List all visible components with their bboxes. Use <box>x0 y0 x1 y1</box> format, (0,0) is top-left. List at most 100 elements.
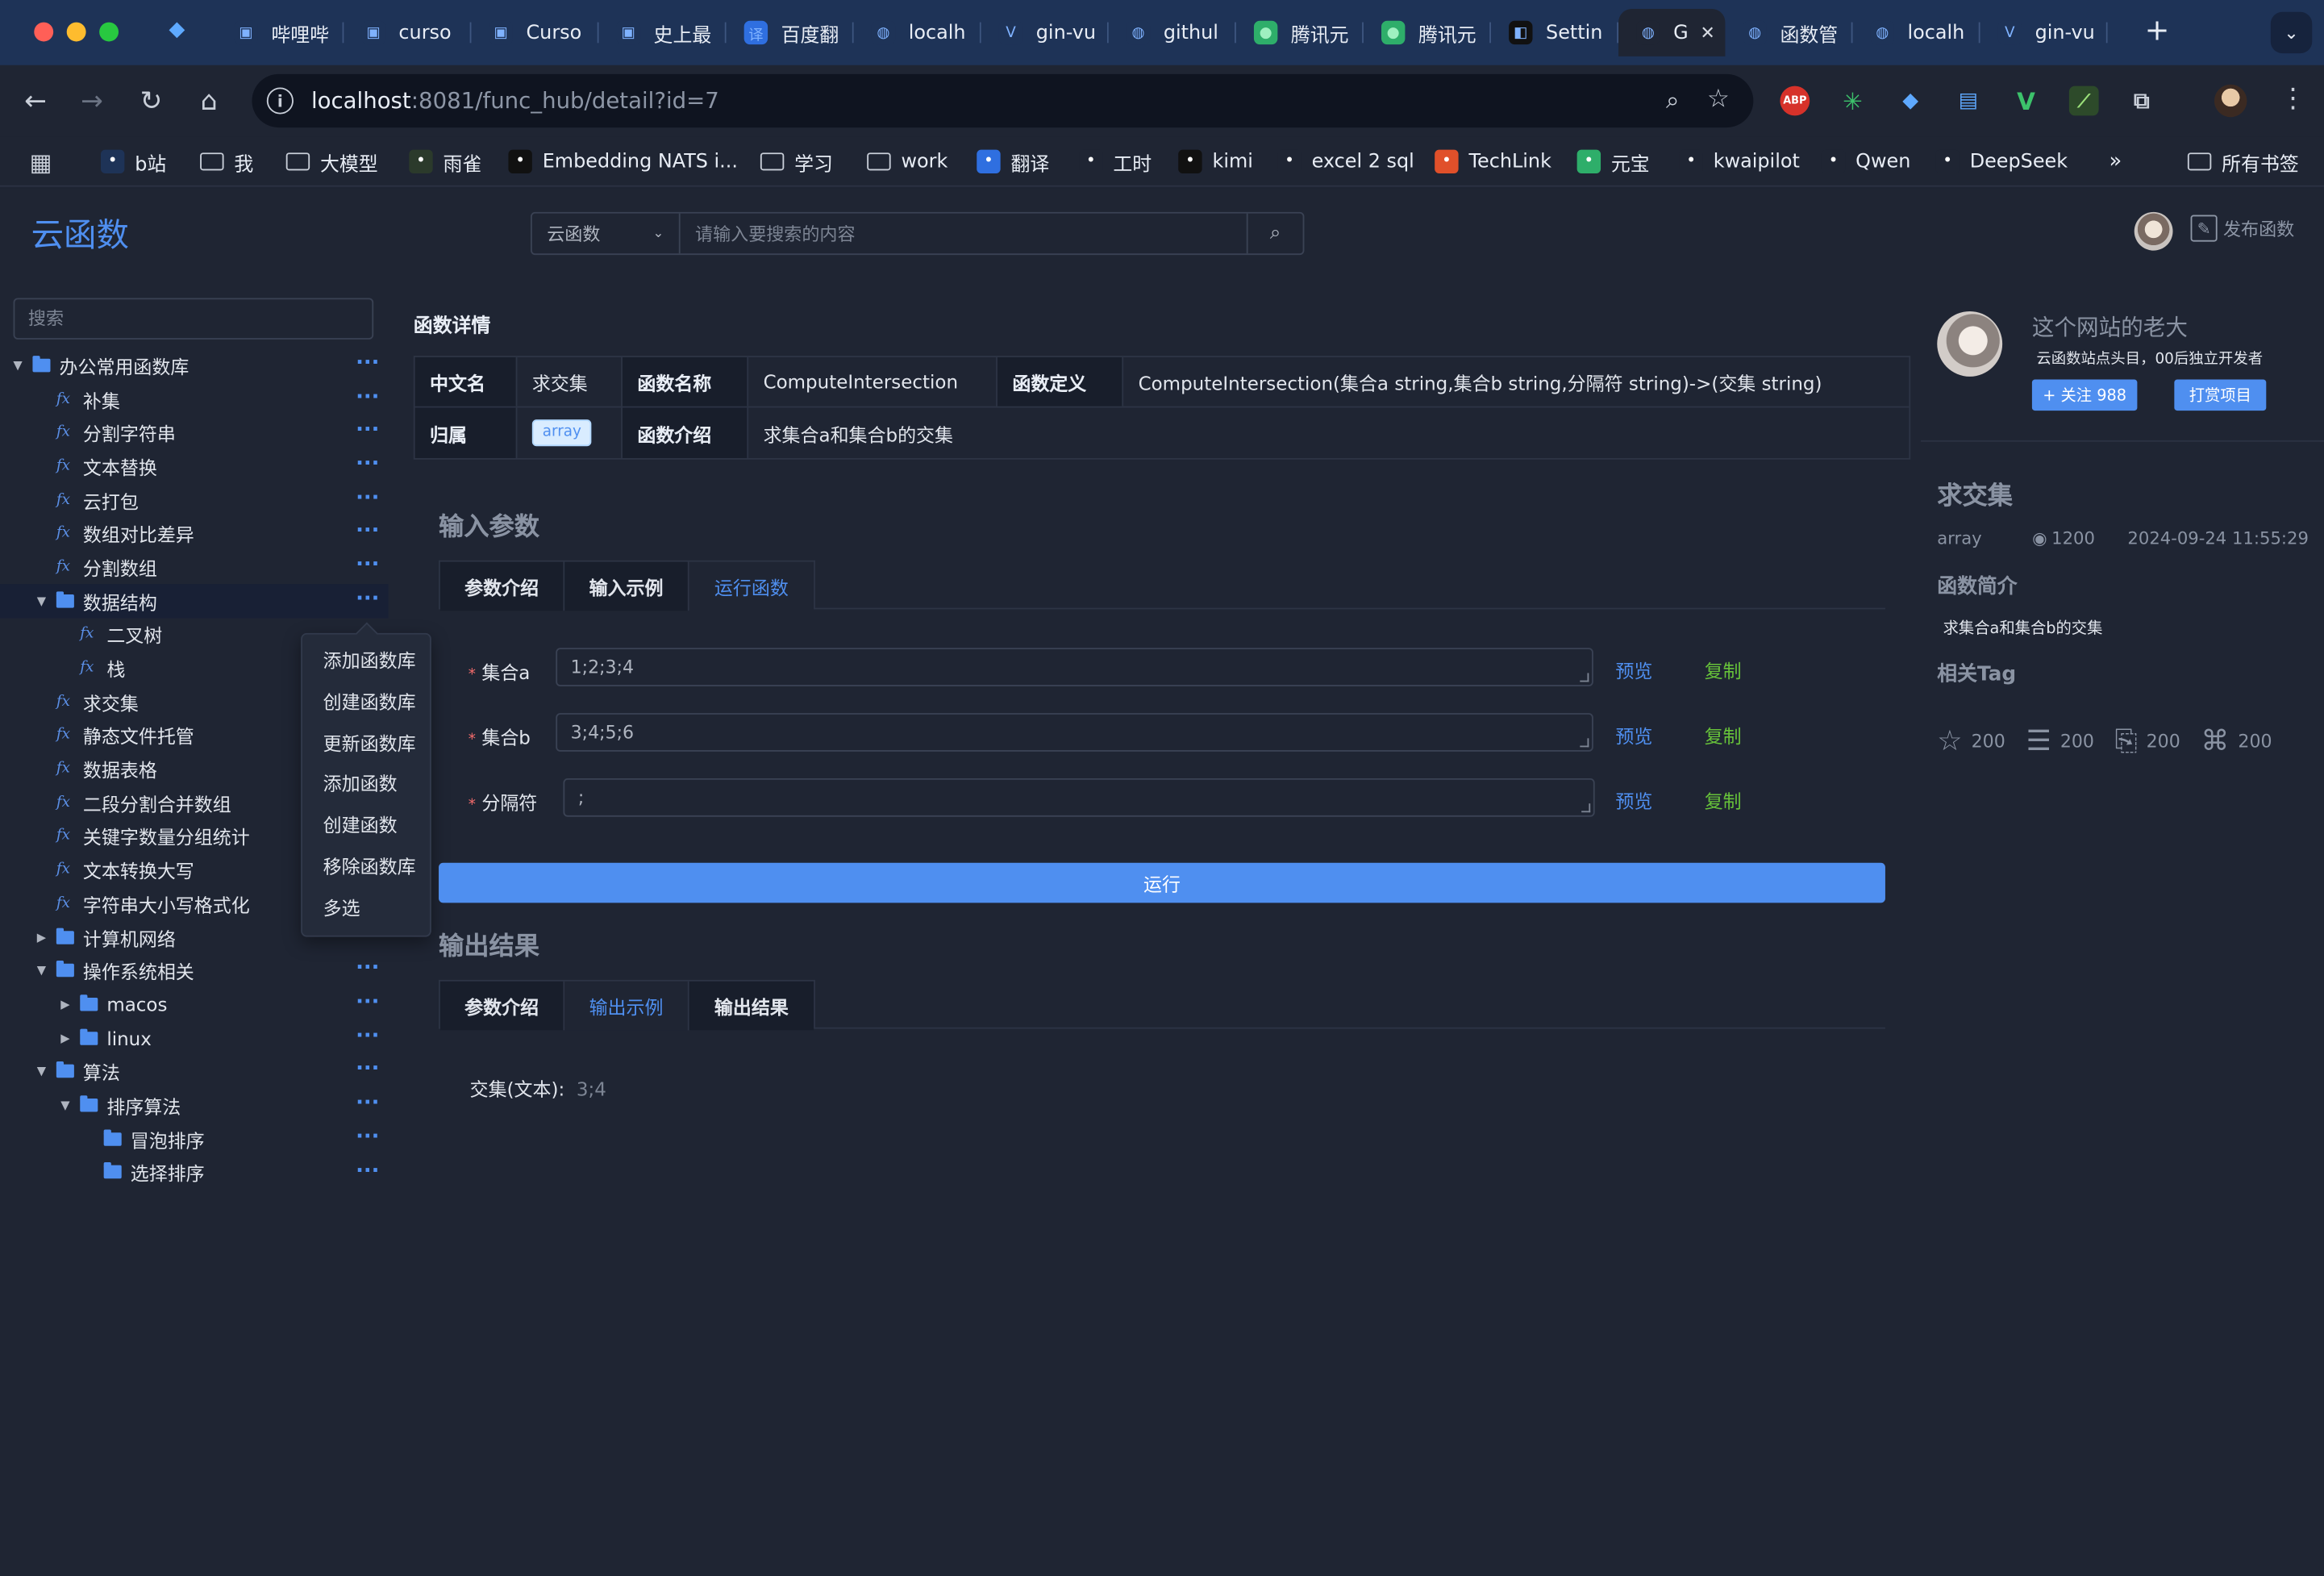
caret-right-icon[interactable]: ▶ <box>32 930 50 944</box>
copy-link[interactable]: 复制 <box>1705 720 1742 748</box>
bookmark-star-icon[interactable]: ☆ <box>1707 85 1730 115</box>
summary-tag[interactable]: array <box>1937 527 1981 548</box>
close-window-button[interactable] <box>34 22 54 42</box>
browser-menu-icon[interactable]: ⋮ <box>2280 83 2306 115</box>
caret-down-icon[interactable]: ▼ <box>32 1065 50 1078</box>
home-icon[interactable]: ⌂ <box>191 83 227 119</box>
stat-item[interactable]: ⌘ 200 <box>2201 725 2272 757</box>
extensions-puzzle-icon[interactable]: ⧉ <box>2127 86 2157 116</box>
param-input[interactable]: 1;2;3;4 <box>556 648 1593 686</box>
bookmark-item[interactable]: work <box>867 148 948 175</box>
content-tab[interactable]: 参数介绍 <box>439 561 565 611</box>
browser-tab[interactable]: ◧ Settin <box>1491 9 1619 56</box>
bookmark-item[interactable]: • Qwen <box>1821 148 1910 175</box>
app-brand-logo[interactable]: 云函数 <box>31 209 129 256</box>
publish-function-button[interactable]: ✎ 发布函数 <box>2190 215 2294 242</box>
more-actions-icon[interactable]: ··· <box>356 1160 379 1181</box>
tree-folder-node[interactable]: ▼ 数据结构 ··· <box>0 583 389 618</box>
pinned-tab-gem-icon[interactable]: ◆ <box>169 18 193 41</box>
more-actions-icon[interactable]: ··· <box>356 420 379 441</box>
tree-folder-node[interactable]: ▼ 办公常用函数库 ··· <box>0 348 389 382</box>
browser-tab[interactable]: ▣ curso <box>344 9 472 56</box>
extension-vue-icon[interactable]: V <box>2011 86 2041 116</box>
content-tab[interactable]: 输出结果 <box>689 981 814 1031</box>
bookmark-item[interactable]: • 元宝 <box>1576 148 1650 176</box>
zoom-icon[interactable]: ⌕ <box>1666 86 1679 116</box>
more-actions-icon[interactable]: ··· <box>356 521 379 542</box>
extension-reader-icon[interactable]: ▤ <box>1953 86 1983 116</box>
browser-tab[interactable]: ◍ G ✕ <box>1618 9 1726 56</box>
tab-search-button[interactable]: ⌄ <box>2270 11 2313 54</box>
reward-button[interactable]: 打赏项目 <box>2174 379 2267 411</box>
caret-down-icon[interactable]: ▼ <box>32 594 50 607</box>
close-tab-icon[interactable]: ✕ <box>1700 23 1714 44</box>
search-button[interactable]: ⌕ <box>1246 213 1303 254</box>
maximize-window-button[interactable] <box>99 22 119 42</box>
browser-tab[interactable]: ▣ Curso <box>471 9 599 56</box>
content-tab[interactable]: 输出示例 <box>564 981 689 1031</box>
more-actions-icon[interactable]: ··· <box>356 386 379 407</box>
resize-handle-icon[interactable] <box>1580 673 1589 682</box>
site-info-icon[interactable]: i <box>266 87 294 115</box>
browser-tab[interactable]: Vgin-vu <box>981 9 1109 56</box>
bookmark-item[interactable]: • excel 2 sql <box>1277 148 1414 175</box>
browser-tab[interactable]: ▣ 哔哩哔 <box>216 9 344 56</box>
author-avatar[interactable] <box>1937 311 2003 377</box>
browser-tab[interactable]: ◍ 函数管 <box>1725 9 1853 56</box>
caret-down-icon[interactable]: ▼ <box>32 964 50 978</box>
extension-leaf-icon[interactable]: ⟋ <box>2068 85 2099 116</box>
preview-link[interactable]: 预览 <box>1615 720 1652 748</box>
apps-grid-icon[interactable]: ▦ <box>30 148 52 176</box>
bookmark-item[interactable]: • 雨雀 <box>409 148 481 176</box>
browser-tab[interactable]: Vgin-vu <box>1980 9 2108 56</box>
minimize-window-button[interactable] <box>66 22 86 42</box>
context-menu-item[interactable]: 创建函数库 <box>302 682 430 723</box>
tree-function-node[interactable]: fx 分割字符串 ··· <box>0 415 389 449</box>
resize-handle-icon[interactable] <box>1580 738 1589 748</box>
browser-tab[interactable]: ◍ localh <box>1853 9 1980 56</box>
context-menu-item[interactable]: 创建函数 <box>302 805 430 846</box>
content-tab[interactable]: 运行函数 <box>689 561 814 611</box>
tree-function-node[interactable]: fx 文本替换 ··· <box>0 449 389 483</box>
context-menu-item[interactable]: 移除函数库 <box>302 846 430 887</box>
browser-tab[interactable]: 译百度翻 <box>727 9 854 56</box>
tree-function-node[interactable]: fx 数组对比差异 ··· <box>0 516 389 550</box>
sidebar-search-input[interactable] <box>13 298 374 340</box>
context-menu-item[interactable]: 多选 <box>302 888 430 929</box>
param-input[interactable]: ; <box>563 778 1595 817</box>
tree-folder-node[interactable]: ▼ 排序算法 ··· <box>0 1088 389 1122</box>
more-actions-icon[interactable]: ··· <box>356 555 379 576</box>
preview-link[interactable]: 预览 <box>1615 786 1652 814</box>
tree-folder-node[interactable]: 选择排序 ··· <box>0 1156 389 1190</box>
search-scope-select[interactable]: 云函数 ⌄ <box>532 213 681 254</box>
reload-icon[interactable]: ↻ <box>133 83 169 119</box>
copy-link[interactable]: 复制 <box>1705 786 1742 814</box>
more-actions-icon[interactable]: ··· <box>356 454 379 475</box>
caret-right-icon[interactable]: ▶ <box>56 998 74 1011</box>
run-button[interactable]: 运行 <box>439 862 1885 903</box>
more-bookmarks-chevron-icon[interactable]: » <box>2109 148 2122 175</box>
adblock-extension-icon[interactable]: ABP <box>1780 85 1810 116</box>
tree-folder-node[interactable]: ▼ 操作系统相关 ··· <box>0 954 389 988</box>
context-menu-item[interactable]: 添加函数 <box>302 764 430 805</box>
browser-tab[interactable]: ▣ 史上最 <box>599 9 727 56</box>
more-actions-icon[interactable]: ··· <box>356 1093 379 1114</box>
url-text[interactable]: localhost:8081/func_hub/detail?id=7 <box>311 87 719 114</box>
bookmark-item[interactable]: • Embedding NATS i... <box>508 148 738 175</box>
more-actions-icon[interactable]: ··· <box>356 992 379 1013</box>
browser-tab[interactable]: ● 腾讯元 <box>1364 9 1492 56</box>
bookmark-item[interactable]: • TechLink <box>1435 148 1551 175</box>
stat-item[interactable]: ☆ 200 <box>1937 725 2005 757</box>
preview-link[interactable]: 预览 <box>1615 655 1652 683</box>
all-bookmarks-folder[interactable]: 所有书签 <box>2187 148 2299 176</box>
follow-button[interactable]: + 关注 988 <box>2031 379 2138 411</box>
resize-handle-icon[interactable] <box>1581 803 1591 813</box>
bookmark-item[interactable]: 我 <box>200 148 253 176</box>
more-actions-icon[interactable]: ··· <box>356 958 379 979</box>
bookmark-item[interactable]: • 工时 <box>1079 148 1152 176</box>
bookmark-item[interactable]: 学习 <box>760 148 833 176</box>
tree-folder-node[interactable]: ▶ macos ··· <box>0 987 389 1021</box>
more-actions-icon[interactable]: ··· <box>356 1059 379 1080</box>
caret-right-icon[interactable]: ▶ <box>56 1032 74 1045</box>
new-tab-button[interactable]: + <box>2145 12 2170 48</box>
